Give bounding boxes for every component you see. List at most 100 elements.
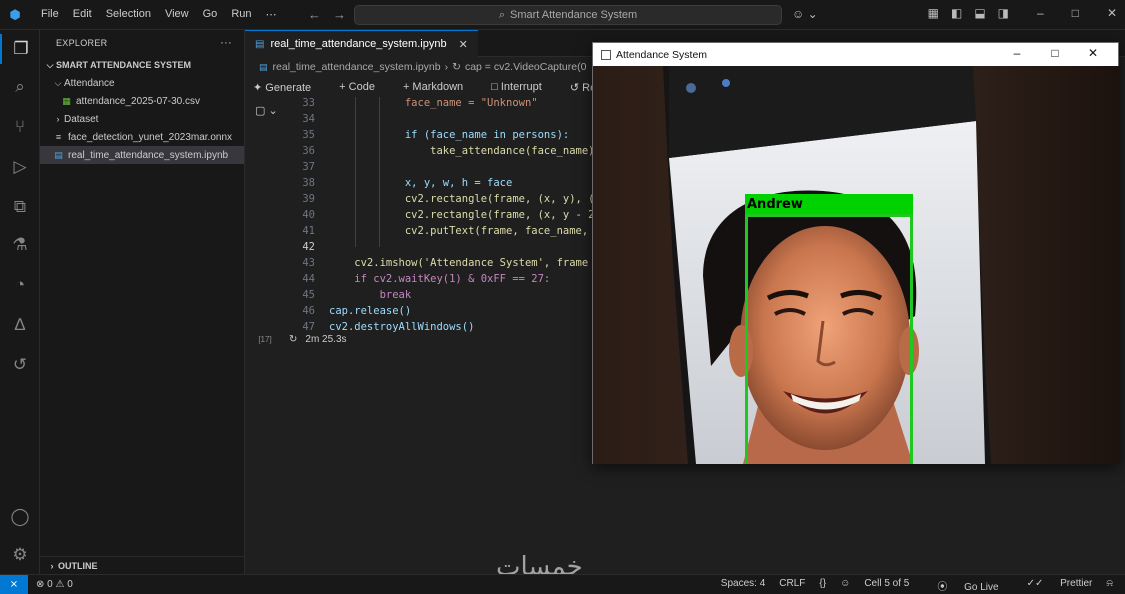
azure-icon[interactable]: ∆ xyxy=(0,310,40,340)
generate-button[interactable]: ✦ Generate xyxy=(253,81,325,94)
timeline-icon[interactable]: ↺ xyxy=(0,350,40,380)
tree-item-label: attendance_2025-07-30.csv xyxy=(76,95,200,107)
toggle-secondary-sidebar-icon[interactable]: ◨ xyxy=(998,6,1009,20)
account-icon[interactable]: ◯ xyxy=(0,502,40,532)
maximize-icon[interactable]: □ xyxy=(1072,6,1079,20)
back-arrow-icon[interactable]: ← xyxy=(308,7,333,22)
line-number: 33 xyxy=(302,97,315,109)
extensions-icon[interactable]: ⧉ xyxy=(0,192,40,222)
run-debug-icon[interactable]: ▷ xyxy=(0,152,40,182)
line-number: 41 xyxy=(302,225,315,237)
code-line: 41 cv2.putText(frame, face_name, xyxy=(245,225,595,241)
menu-more[interactable]: ⋯ xyxy=(259,8,284,21)
nav-arrows: ←→ xyxy=(308,7,358,22)
outline-label: OUTLINE xyxy=(58,560,98,571)
menu-run[interactable]: Run xyxy=(224,8,258,21)
notifications-bell-icon[interactable]: ⍾ xyxy=(1106,578,1113,593)
add-markdown-button[interactable]: + Markdown xyxy=(403,81,477,93)
code-line: 43 cv2.imshow('Attendance System', frame xyxy=(245,257,595,273)
cell-position-status[interactable]: Cell 5 of 5 xyxy=(864,578,909,593)
eol-status[interactable]: CRLF xyxy=(779,578,805,593)
breadcrumb-file[interactable]: real_time_attendance_system.ipynb xyxy=(273,61,441,73)
menu-bar: File Edit Selection View Go Run ⋯ xyxy=(34,8,284,21)
menu-go[interactable]: Go xyxy=(196,8,225,21)
testing-icon[interactable]: ⚗ xyxy=(0,230,40,260)
source-control-icon[interactable]: ⑂ xyxy=(0,112,40,142)
line-code: x, y, w, h = face xyxy=(329,177,513,189)
status-bar-right: Spaces: 4 CRLF {} ☺ Cell 5 of 5 ⦿ Go Liv… xyxy=(707,578,1113,593)
csv-file-icon: ▦ xyxy=(62,95,71,106)
more-actions-icon[interactable]: ··· xyxy=(220,37,232,49)
customize-layout-icon[interactable]: ▦ xyxy=(928,6,939,20)
tree-item-dataset[interactable]: › Dataset xyxy=(40,110,244,128)
line-number: 36 xyxy=(302,145,315,157)
breadcrumb-symbol[interactable]: cap = cv2.VideoCapture(0 xyxy=(465,61,587,73)
close-icon[interactable]: ✕ xyxy=(1074,46,1112,60)
menu-view[interactable]: View xyxy=(158,8,196,21)
status-bar: ⨯ ⊗ 0 ⚠ 0 Spaces: 4 CRLF {} ☺ Cell 5 of … xyxy=(0,574,1125,594)
close-tab-icon[interactable]: ✕ xyxy=(459,38,468,51)
code-line: 45 break xyxy=(245,289,595,305)
tree-item-csv[interactable]: ▦ attendance_2025-07-30.csv xyxy=(40,92,244,110)
tree-item-label: Dataset xyxy=(64,113,99,125)
detected-name-label-bg: Andrew xyxy=(745,194,913,214)
prettier-status[interactable]: ✓✓ Prettier xyxy=(1013,578,1093,593)
line-code: cv2.destroyAllWindows() xyxy=(329,321,475,333)
problems-count[interactable]: ⊗ 0 ⚠ 0 xyxy=(36,579,73,590)
check-double-icon: ✓✓ xyxy=(1026,578,1044,589)
breadcrumb-separator: › xyxy=(444,61,449,73)
tree-item-attendance[interactable]: ⌵ Attendance xyxy=(40,74,244,92)
project-name: SMART ATTENDANCE SYSTEM xyxy=(56,60,191,70)
add-code-button[interactable]: + Code xyxy=(339,81,389,93)
broadcast-icon: ⦿ xyxy=(937,582,948,593)
search-icon: ⌕ xyxy=(498,8,505,21)
line-number: 40 xyxy=(302,209,315,221)
code-line: 40 cv2.rectangle(frame, (x, y - 2 xyxy=(245,209,595,225)
vscode-logo-icon: ⬢ xyxy=(9,6,21,22)
code-line: 46 cap.release() xyxy=(245,305,595,321)
title-bar: ⬢ File Edit Selection View Go Run ⋯ ←→ ⌕… xyxy=(0,0,1125,30)
code-line: 42 xyxy=(245,241,595,257)
explorer-title: EXPLORER xyxy=(56,38,108,48)
chevron-right-icon: › xyxy=(56,114,60,124)
language-braces-status[interactable]: {} xyxy=(819,578,826,593)
remote-indicator-icon[interactable]: ⨯ xyxy=(0,574,28,594)
command-center-search[interactable]: ⌕ Smart Attendance System xyxy=(354,5,782,25)
minimize-icon[interactable]: – xyxy=(998,46,1036,60)
chevron-down-icon: ⌵ xyxy=(46,59,54,70)
tab-notebook[interactable]: ▤ real_time_attendance_system.ipynb ✕ xyxy=(245,30,478,57)
settings-gear-icon[interactable]: ⚙ xyxy=(0,540,40,570)
close-icon[interactable]: ✕ xyxy=(1107,6,1117,20)
menu-edit[interactable]: Edit xyxy=(66,8,99,21)
toggle-sidebar-icon[interactable]: ◧ xyxy=(951,6,962,20)
line-code: face_name = "Unknown" xyxy=(329,97,538,109)
camera-feed: Andrew xyxy=(593,66,1120,464)
copilot-status-icon[interactable]: ☺ xyxy=(840,578,850,593)
minimize-icon[interactable]: – xyxy=(1037,6,1044,20)
explorer-header: EXPLORER ··· xyxy=(40,30,244,56)
line-code: cap.release() xyxy=(329,305,412,317)
code-line: 35 if (face_name in persons): xyxy=(245,129,595,145)
remote-explorer-icon[interactable]: ◔ xyxy=(0,270,40,300)
maximize-icon[interactable]: □ xyxy=(1036,46,1074,60)
project-folder[interactable]: ⌵ SMART ATTENDANCE SYSTEM xyxy=(40,56,244,74)
search-icon[interactable]: ⌕ xyxy=(0,72,40,102)
tree-item-notebook[interactable]: ▤ real_time_attendance_system.ipynb xyxy=(40,146,244,164)
indentation-status[interactable]: Spaces: 4 xyxy=(721,578,765,593)
line-number: 42 xyxy=(302,241,315,253)
interrupt-button[interactable]: □ Interrupt xyxy=(491,81,556,93)
menu-selection[interactable]: Selection xyxy=(99,8,158,21)
cell-status: [17] ↻ 2m 25.3s xyxy=(245,330,346,348)
attendance-window: Attendance System – □ ✕ Andrew xyxy=(592,42,1120,464)
line-number: 35 xyxy=(302,129,315,141)
copilot-icon[interactable]: ☺ ⌄ xyxy=(792,7,818,21)
go-live-button[interactable]: ⦿ Go Live xyxy=(923,578,998,593)
notebook-file-icon: ▤ xyxy=(54,149,63,160)
toggle-panel-icon[interactable]: ⬓ xyxy=(974,6,985,20)
menu-file[interactable]: File xyxy=(34,8,66,21)
files-icon[interactable]: ❐ xyxy=(0,34,40,64)
line-number: 45 xyxy=(302,289,315,301)
outline-section[interactable]: › OUTLINE xyxy=(40,556,245,574)
tree-item-onnx[interactable]: ≡ face_detection_yunet_2023mar.onnx xyxy=(40,128,244,146)
code-line: 33 face_name = "Unknown" xyxy=(245,97,595,113)
